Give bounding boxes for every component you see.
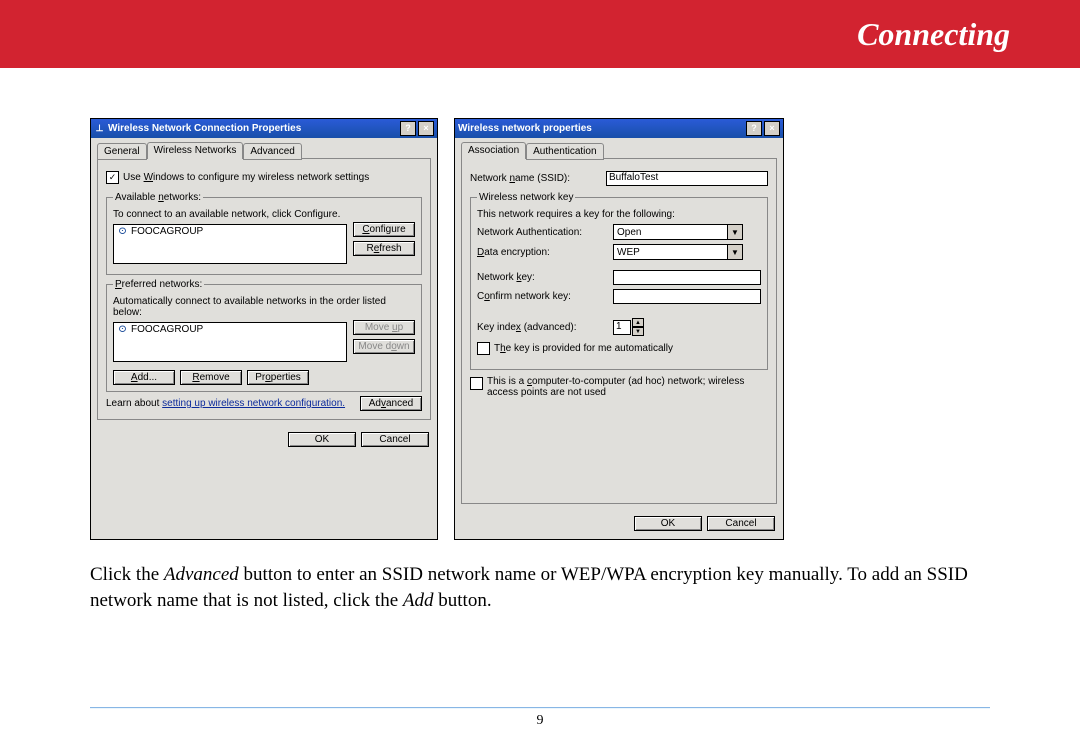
instruction-text: Click the Advanced button to enter an SS… [0, 540, 1080, 613]
netauth-select[interactable]: Open ▼ [613, 224, 743, 240]
netauth-label: Network Authentication: [477, 227, 607, 238]
help-icon: ? [405, 124, 411, 133]
adhoc-label: This is a computer-to-computer (ad hoc) … [487, 376, 768, 398]
move-down-button[interactable]: Move down [353, 339, 415, 354]
configure-button[interactable]: Configure [353, 222, 415, 237]
remove-button[interactable]: Remove [180, 370, 242, 385]
wireless-icon: ⊥ [94, 123, 105, 134]
tab-panel: ✓ Use Windows to configure my wireless n… [97, 158, 431, 420]
netkey-input[interactable] [613, 270, 761, 285]
antenna-icon: ⵙ [117, 324, 128, 335]
page-number: 9 [0, 713, 1080, 729]
tab-wireless-networks[interactable]: Wireless Networks [147, 142, 244, 159]
tab-general[interactable]: General [97, 143, 147, 160]
ssid-input[interactable]: BuffaloTest [606, 171, 768, 186]
keyidx-value[interactable]: 1 [613, 320, 631, 335]
add-button[interactable]: Add... [113, 370, 175, 385]
wireless-key-group: Wireless network key This network requir… [470, 192, 768, 370]
keyidx-label: Key index (advanced): [477, 322, 607, 333]
dialog-row: ⊥ Wireless Network Connection Properties… [0, 68, 1080, 540]
help-button[interactable]: ? [400, 121, 416, 136]
refresh-button[interactable]: Refresh [353, 241, 415, 256]
dataenc-select[interactable]: WEP ▼ [613, 244, 743, 260]
dialog-network-properties: Wireless network properties ? × Associat… [454, 118, 784, 540]
header-bar: Connecting [0, 0, 1080, 68]
available-networks-list[interactable]: ⵙ FOOCAGROUP [113, 224, 347, 264]
close-button[interactable]: × [418, 121, 434, 136]
use-windows-checkbox[interactable]: ✓ [106, 171, 119, 184]
chevron-down-icon: ▼ [727, 245, 742, 259]
titlebar: Wireless network properties ? × [455, 119, 783, 138]
cancel-button[interactable]: Cancel [707, 516, 775, 531]
instr-p1: Click the [90, 564, 164, 585]
available-networks-group: Available networks: To connect to an ava… [106, 192, 422, 275]
provided-row: The key is provided for me automatically [477, 342, 761, 355]
learn-link[interactable]: setting up wireless network configuratio… [162, 398, 345, 409]
tabs: General Wireless Networks Advanced [97, 142, 431, 159]
network-name: FOOCAGROUP [131, 324, 203, 335]
tab-panel: Network name (SSID): BuffaloTest Wireles… [461, 158, 777, 504]
tabs: Association Authentication [461, 142, 777, 159]
key-legend: Wireless network key [477, 192, 575, 203]
dataenc-label: Data encryption: [477, 247, 607, 258]
key-hint: This network requires a key for the foll… [477, 209, 761, 220]
provided-checkbox[interactable] [477, 342, 490, 355]
close-icon: × [423, 124, 428, 133]
cancel-button[interactable]: Cancel [361, 432, 429, 447]
instr-em1: Advanced [164, 564, 239, 585]
use-windows-row: ✓ Use Windows to configure my wireless n… [106, 171, 422, 184]
tab-advanced[interactable]: Advanced [243, 143, 301, 160]
ok-button[interactable]: OK [288, 432, 356, 447]
instr-p3: button. [434, 590, 492, 611]
preferred-networks-group: Preferred networks: Automatically connec… [106, 279, 422, 392]
ssid-label: Network name (SSID): [470, 173, 600, 184]
learn-prefix: Learn about [106, 398, 162, 409]
dialog-title: Wireless network properties [458, 123, 592, 134]
page-title: Connecting [857, 16, 1010, 53]
check-icon: ✓ [109, 172, 117, 183]
learn-text: Learn about setting up wireless network … [106, 398, 354, 409]
provided-label: The key is provided for me automatically [494, 343, 673, 354]
preferred-networks-list[interactable]: ⵙ FOOCAGROUP [113, 322, 347, 362]
network-name: FOOCAGROUP [131, 226, 203, 237]
dialog-title: Wireless Network Connection Properties [108, 123, 301, 134]
help-icon: ? [751, 124, 757, 133]
help-button[interactable]: ? [746, 121, 762, 136]
use-windows-label: Use Windows to configure my wireless net… [123, 172, 369, 183]
antenna-icon: ⵙ [117, 226, 128, 237]
advanced-button[interactable]: Advanced [360, 396, 422, 411]
preferred-legend: Preferred networks: [113, 279, 204, 290]
preferred-hint: Automatically connect to available netwo… [113, 296, 415, 318]
properties-button[interactable]: Properties [247, 370, 309, 385]
move-up-button[interactable]: Move up [353, 320, 415, 335]
confirm-label: Confirm network key: [477, 291, 607, 302]
chevron-down-icon: ▼ [727, 225, 742, 239]
close-button[interactable]: × [764, 121, 780, 136]
footer-rule [90, 707, 990, 709]
confirm-input[interactable] [613, 289, 761, 304]
available-legend: Available networks: [113, 192, 203, 203]
spinner-up-icon[interactable]: ▲ [632, 318, 644, 327]
dataenc-value: WEP [617, 247, 640, 258]
netauth-value: Open [617, 227, 641, 238]
list-item[interactable]: ⵙ FOOCAGROUP [115, 226, 345, 237]
close-icon: × [769, 124, 774, 133]
netkey-label: Network key: [477, 272, 607, 283]
tab-association[interactable]: Association [461, 142, 526, 159]
dialog-connection-properties: ⊥ Wireless Network Connection Properties… [90, 118, 438, 540]
list-item[interactable]: ⵙ FOOCAGROUP [115, 324, 345, 335]
page-footer: 9 [0, 707, 1080, 729]
keyidx-spinner[interactable]: 1 ▲ ▼ [613, 318, 644, 336]
available-hint: To connect to an available network, clic… [113, 209, 415, 220]
tab-authentication[interactable]: Authentication [526, 143, 603, 160]
adhoc-row: This is a computer-to-computer (ad hoc) … [470, 376, 768, 398]
spinner-down-icon[interactable]: ▼ [632, 327, 644, 336]
instr-em2: Add [403, 590, 434, 611]
ok-button[interactable]: OK [634, 516, 702, 531]
adhoc-checkbox[interactable] [470, 377, 483, 390]
titlebar: ⊥ Wireless Network Connection Properties… [91, 119, 437, 138]
